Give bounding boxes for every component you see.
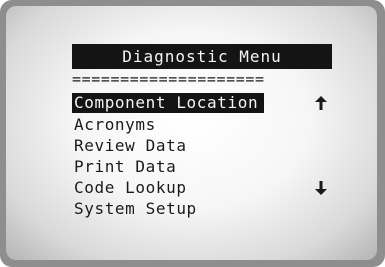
up-arrow-icon[interactable] [315, 96, 327, 110]
menu-item-code-lookup[interactable]: Code Lookup [74, 178, 187, 198]
menu-item-print-data[interactable]: Print Data [74, 157, 176, 177]
menu-separator: ==================== [72, 70, 265, 88]
device-bezel: Diagnostic Menu ==================== Com… [0, 0, 385, 267]
menu-item-acronyms[interactable]: Acronyms [74, 115, 156, 135]
menu-title: Diagnostic Menu [72, 44, 332, 69]
menu-item-review-data[interactable]: Review Data [74, 136, 187, 156]
lcd-screen: Diagnostic Menu ==================== Com… [6, 6, 377, 260]
down-arrow-icon[interactable] [315, 181, 327, 195]
menu-item-component-location[interactable]: Component Location [72, 93, 265, 113]
menu-item-system-setup[interactable]: System Setup [74, 199, 197, 219]
